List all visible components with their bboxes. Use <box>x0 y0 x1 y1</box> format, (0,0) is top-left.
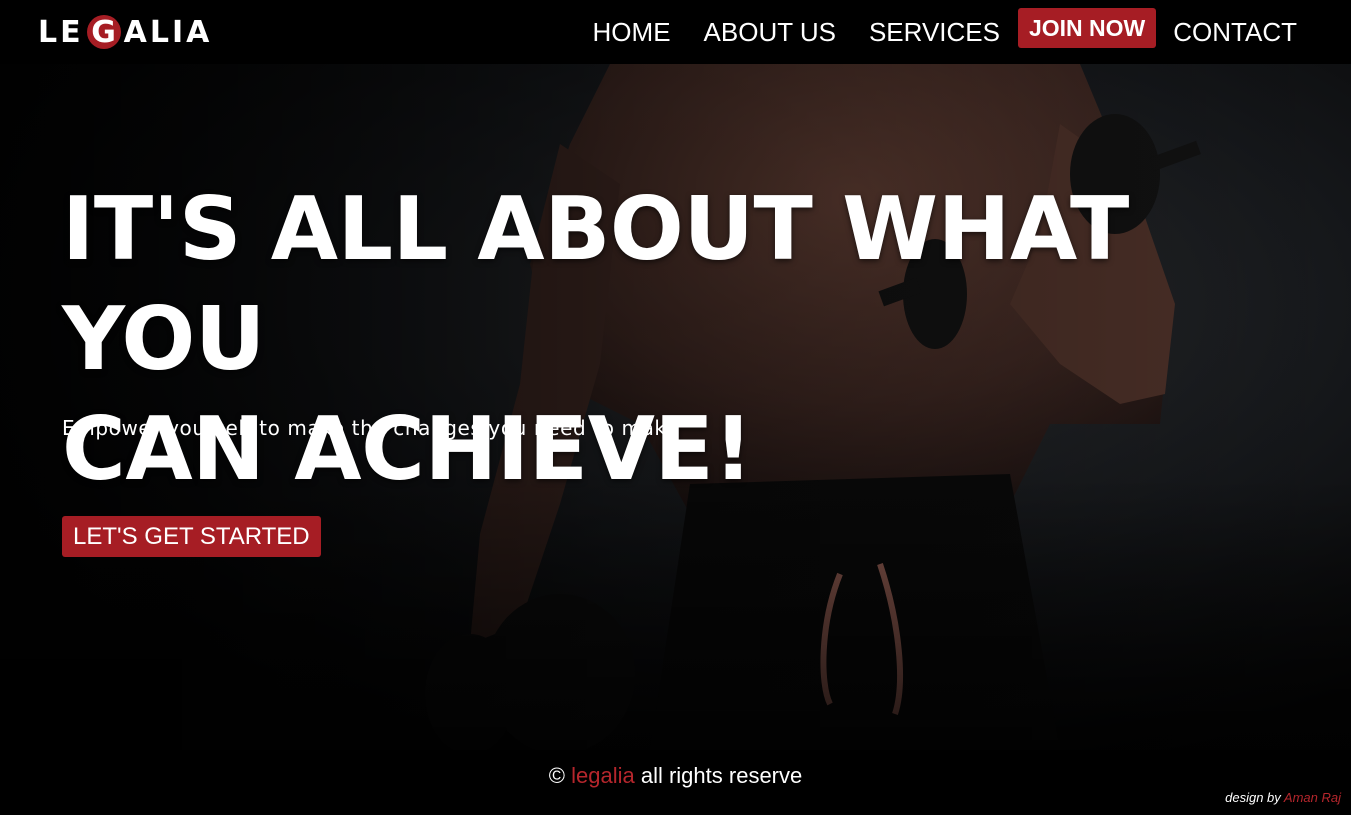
nav-join-now-button[interactable]: JOIN NOW <box>1017 8 1157 48</box>
site-header: LE G ALIA HOME ABOUT US SERVICES JOIN NO… <box>0 0 1351 64</box>
logo-text-prefix: LE <box>38 14 84 50</box>
site-logo[interactable]: LE G ALIA <box>38 14 212 50</box>
hero-subtitle: Empower yourself to make the changes you… <box>62 416 679 440</box>
nav-about-us[interactable]: ABOUT US <box>704 9 836 55</box>
logo-text-suffix: ALIA <box>123 14 213 50</box>
nav-home[interactable]: HOME <box>593 9 671 55</box>
credit-author-link[interactable]: Aman Raj <box>1284 790 1341 805</box>
site-footer: © legalia all rights reserve design by A… <box>0 750 1351 815</box>
main-nav: HOME ABOUT US SERVICES JOIN NOW CONTACT <box>560 8 1297 55</box>
hero-title-line-2: CAN ACHIEVE! <box>62 398 753 500</box>
credit-prefix: design by <box>1225 790 1281 805</box>
nav-services[interactable]: SERVICES <box>869 9 1000 55</box>
hero-title-line-1: IT'S ALL ABOUT WHAT YOU <box>62 178 1129 390</box>
copyright-symbol: © <box>548 763 565 788</box>
nav-contact[interactable]: CONTACT <box>1173 9 1297 55</box>
hero-section: IT'S ALL ABOUT WHAT YOU CAN ACHIEVE! Emp… <box>0 64 1351 750</box>
footer-brand-link[interactable]: legalia <box>571 763 635 788</box>
get-started-button[interactable]: LET'S GET STARTED <box>62 516 321 557</box>
copyright-text: © legalia all rights reserve <box>0 763 1351 789</box>
copyright-rights: all rights reserve <box>640 763 803 788</box>
logo-g-circle: G <box>86 15 121 50</box>
hero-title: IT'S ALL ABOUT WHAT YOU CAN ACHIEVE! <box>62 174 1262 504</box>
design-credit: design by Aman Raj <box>1225 790 1341 805</box>
